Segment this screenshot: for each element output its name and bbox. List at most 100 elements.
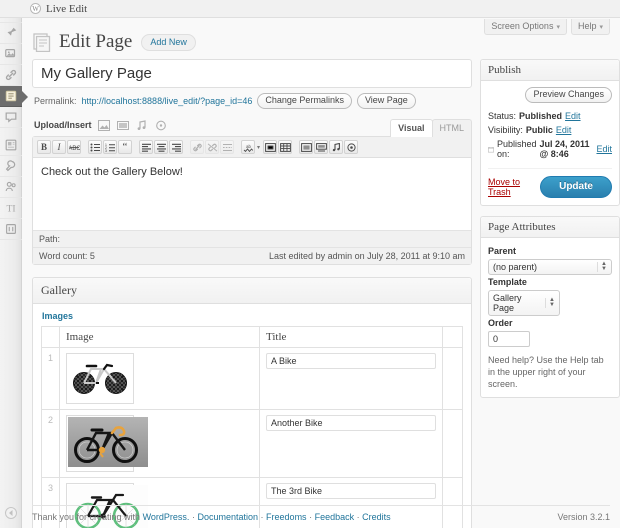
- row-actions-cell[interactable]: [442, 409, 463, 478]
- editor-content-area[interactable]: Check out the Gallery Below!: [33, 158, 471, 230]
- insert-video-icon[interactable]: [314, 140, 329, 154]
- page-attributes-box: Page Attributes Parent (no parent) ▲ ▼ Te…: [480, 216, 620, 399]
- add-new-button[interactable]: Add New: [141, 33, 196, 51]
- table-row: 1: [40, 347, 463, 410]
- unordered-list-icon[interactable]: [88, 140, 102, 154]
- sidebar-item-tools[interactable]: TI: [0, 198, 22, 219]
- users-icon: [5, 181, 16, 191]
- sidebar-item-media[interactable]: [0, 44, 22, 65]
- sidebar-item-plugins[interactable]: [0, 156, 22, 177]
- audio-glyph: [137, 119, 146, 130]
- wordpress-logo-icon: W: [30, 3, 41, 14]
- sidebar-item-links[interactable]: [0, 65, 22, 86]
- content-editor: B I ABC 1 2 3 “ ab ▾ Check out the Galle…: [32, 136, 472, 265]
- status-value: Published: [519, 111, 563, 121]
- insert-media-icon[interactable]: [344, 140, 359, 154]
- add-audio-icon[interactable]: [135, 118, 149, 132]
- row-title-input[interactable]: [266, 353, 436, 369]
- published-edit-link[interactable]: Edit: [596, 144, 612, 154]
- insert-more-tag-icon[interactable]: [220, 140, 234, 154]
- unlink-icon[interactable]: [205, 140, 219, 154]
- strikethrough-icon[interactable]: ABC: [67, 140, 81, 154]
- sidebar-item-posts[interactable]: [0, 23, 22, 44]
- template-select[interactable]: Gallery Page ▲ ▼: [488, 290, 560, 316]
- insert-image-icon[interactable]: [299, 140, 314, 154]
- change-permalinks-button[interactable]: Change Permalinks: [257, 93, 352, 109]
- sidebar-item-pages[interactable]: [0, 86, 28, 107]
- help-tab[interactable]: Help ▾: [570, 19, 610, 35]
- editor-path-bar: Path:: [33, 230, 471, 247]
- page-title: Edit Page: [59, 31, 133, 52]
- row-image-cell: [59, 409, 261, 478]
- row-actions-cell[interactable]: [442, 347, 463, 410]
- thumbnail-white-road-bike[interactable]: [66, 353, 135, 404]
- gallery-table-head: Image Title: [40, 326, 463, 348]
- parent-select[interactable]: (no parent) ▲ ▼: [488, 259, 612, 275]
- permalink-url[interactable]: http://localhost:8888/live_edit/?page_id…: [82, 96, 253, 106]
- add-image-icon[interactable]: [97, 118, 111, 132]
- tab-visual[interactable]: Visual: [390, 119, 433, 137]
- align-right-icon[interactable]: [169, 140, 183, 154]
- italic-icon[interactable]: I: [52, 140, 66, 154]
- upload-insert-label: Upload/Insert: [34, 120, 92, 130]
- view-page-button[interactable]: View Page: [356, 93, 416, 109]
- align-center-glyph: [156, 143, 166, 152]
- footer-link-credits[interactable]: Credits: [362, 512, 391, 522]
- chevron-down-icon: ▾: [556, 24, 560, 31]
- visibility-edit-link[interactable]: Edit: [556, 125, 572, 135]
- preview-changes-button[interactable]: Preview Changes: [525, 87, 612, 103]
- footer-link-feedback[interactable]: Feedback: [315, 512, 355, 522]
- update-button[interactable]: Update: [540, 176, 612, 198]
- preview-row: Preview Changes: [488, 87, 612, 109]
- fullscreen-icon[interactable]: [263, 140, 278, 154]
- post-title-wrap: [32, 59, 472, 88]
- screen-options-tab[interactable]: Screen Options ▾: [484, 19, 567, 35]
- add-media-icon[interactable]: [154, 118, 168, 132]
- sidebar-item-users[interactable]: [0, 177, 22, 198]
- sidebar-item-appearance[interactable]: [0, 135, 22, 156]
- sidebar-item-settings[interactable]: [0, 219, 22, 240]
- move-to-trash-link[interactable]: Move to Trash: [488, 177, 540, 197]
- status-edit-link[interactable]: Edit: [565, 111, 581, 121]
- published-on-row: Published on: Jul 24, 2011 @ 8:46 Edit: [488, 137, 612, 161]
- pin-icon: [5, 27, 17, 38]
- row-title-input[interactable]: [266, 415, 436, 431]
- kitchen-sink-icon[interactable]: [278, 140, 293, 154]
- live-edit-label[interactable]: Live Edit: [46, 3, 87, 15]
- order-input[interactable]: [488, 331, 530, 347]
- footer-link-wordpress[interactable]: WordPress.: [143, 512, 190, 522]
- insert-link-icon[interactable]: [190, 140, 204, 154]
- add-video-icon[interactable]: [116, 118, 130, 132]
- svg-text:3: 3: [105, 149, 107, 152]
- footer-link-freedoms[interactable]: Freedoms: [266, 512, 307, 522]
- word-count: Word count: 5: [39, 251, 95, 261]
- sidebar-item-comments[interactable]: [0, 107, 22, 128]
- spellcheck-icon[interactable]: ab: [241, 140, 255, 154]
- tab-html[interactable]: HTML: [431, 119, 472, 137]
- align-left-icon[interactable]: [139, 140, 153, 154]
- row-title-input[interactable]: [266, 483, 436, 499]
- align-center-icon[interactable]: [154, 140, 168, 154]
- screen-options-label: Screen Options: [491, 21, 554, 31]
- media-buttons-row: Upload/Insert Visual HTML: [32, 116, 472, 137]
- footer-link-documentation[interactable]: Documentation: [197, 512, 258, 522]
- link-icon: [5, 69, 17, 81]
- chevron-down-icon[interactable]: ▾: [257, 144, 260, 151]
- post-title-input[interactable]: [39, 64, 465, 83]
- ol-glyph: 1 2 3: [105, 143, 115, 152]
- bold-icon[interactable]: B: [37, 140, 51, 154]
- images-label[interactable]: Images: [41, 310, 463, 326]
- template-select-value: Gallery Page: [493, 293, 522, 313]
- collapse-menu-button[interactable]: [5, 507, 17, 519]
- gallery-metabox-title[interactable]: Gallery: [33, 278, 471, 304]
- row-title-cell: [259, 347, 443, 410]
- side-column: Publish Preview Changes Status: Publishe…: [472, 59, 620, 528]
- thumbnail-gray-bg-orange-bike[interactable]: [66, 415, 149, 472]
- blockquote-icon[interactable]: “: [118, 140, 132, 154]
- help-note: Need help? Use the Help tab in the upper…: [488, 355, 604, 390]
- ordered-list-icon[interactable]: 1 2 3: [103, 140, 117, 154]
- editor-footer-bar: Word count: 5 Last edited by admin on Ju…: [33, 247, 471, 264]
- insert-audio-icon[interactable]: [329, 140, 344, 154]
- admin-sidebar-menu: TI: [0, 0, 28, 528]
- media-icon: [5, 49, 16, 58]
